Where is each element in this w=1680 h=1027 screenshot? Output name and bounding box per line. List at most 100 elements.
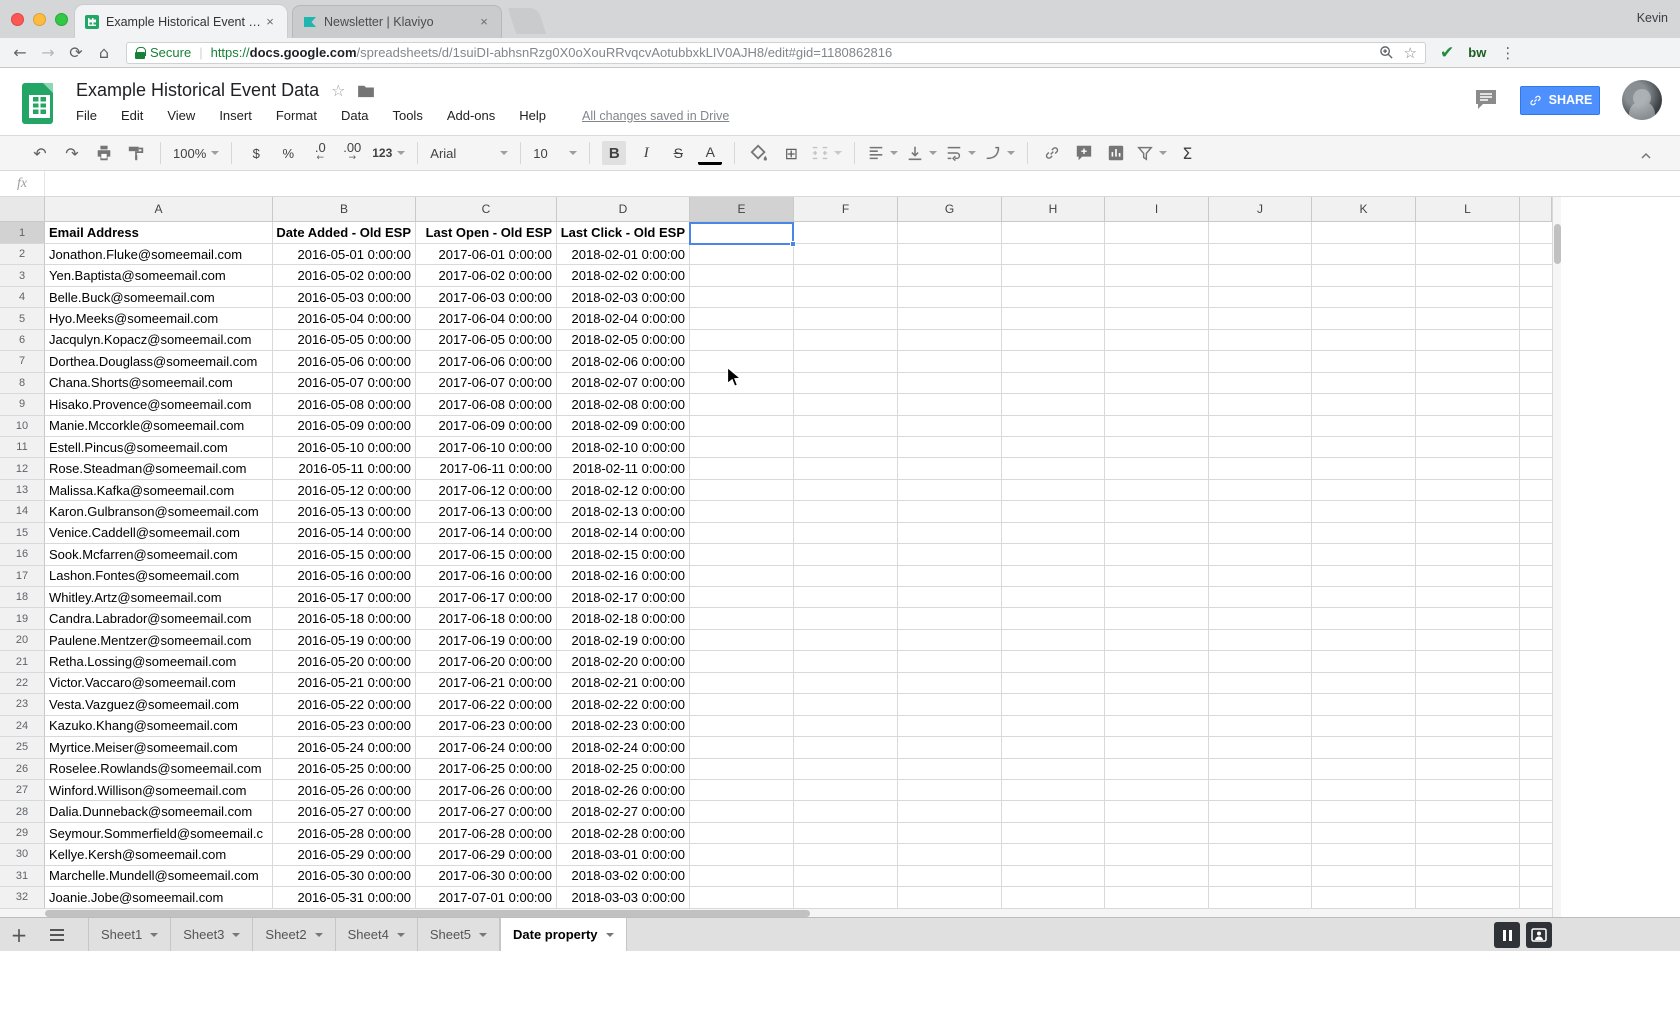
cell-E18[interactable]: [690, 587, 794, 608]
cell-B13[interactable]: 2016-05-12 0:00:00: [273, 480, 416, 501]
cell-C28[interactable]: 2017-06-27 0:00:00: [416, 801, 557, 822]
cell-D8[interactable]: 2018-02-07 0:00:00: [557, 373, 690, 394]
cell-J19[interactable]: [1209, 608, 1312, 629]
cell-B18[interactable]: 2016-05-17 0:00:00: [273, 587, 416, 608]
cell-A17[interactable]: Lashon.Fontes@someemail.com: [45, 566, 273, 587]
cell-J26[interactable]: [1209, 759, 1312, 780]
cell-K19[interactable]: [1312, 608, 1416, 629]
column-header-D[interactable]: D: [557, 197, 690, 222]
cell-H17[interactable]: [1002, 566, 1105, 587]
vertical-scrollbar[interactable]: [1552, 197, 1561, 917]
cell-H21[interactable]: [1002, 651, 1105, 672]
cell-C26[interactable]: 2017-06-25 0:00:00: [416, 759, 557, 780]
new-tab-button[interactable]: [508, 8, 546, 34]
cell-J3[interactable]: [1209, 265, 1312, 286]
cell-C27[interactable]: 2017-06-26 0:00:00: [416, 780, 557, 801]
cell-L28[interactable]: [1416, 801, 1520, 822]
cell-D14[interactable]: 2018-02-13 0:00:00: [557, 501, 690, 522]
cell-A12[interactable]: Rose.Steadman@someemail.com: [45, 458, 273, 479]
cell-A5[interactable]: Hyo.Meeks@someemail.com: [45, 308, 273, 329]
horizontal-scrollbar[interactable]: [0, 908, 1552, 917]
cell-D2[interactable]: 2018-02-01 0:00:00: [557, 244, 690, 265]
sheets-logo-icon[interactable]: [22, 83, 53, 124]
browser-tab-sheets[interactable]: Example Historical Event Data ×: [75, 5, 287, 38]
cell-J5[interactable]: [1209, 308, 1312, 329]
cell-L31[interactable]: [1416, 866, 1520, 887]
row-header-26[interactable]: 26: [0, 759, 45, 780]
document-title[interactable]: Example Historical Event Data: [76, 80, 319, 101]
cell-D26[interactable]: 2018-02-25 0:00:00: [557, 759, 690, 780]
cell-J6[interactable]: [1209, 330, 1312, 351]
cell-F26[interactable]: [794, 759, 898, 780]
cell-A27[interactable]: Winford.Willison@someemail.com: [45, 780, 273, 801]
browser-profile-name[interactable]: Kevin: [1637, 11, 1668, 25]
cell-G2[interactable]: [898, 244, 1002, 265]
cell-I5[interactable]: [1105, 308, 1209, 329]
cell-G28[interactable]: [898, 801, 1002, 822]
cell-I16[interactable]: [1105, 544, 1209, 565]
cell-H12[interactable]: [1002, 458, 1105, 479]
cell-J10[interactable]: [1209, 416, 1312, 437]
decrease-decimal-button[interactable]: .0←: [308, 141, 332, 165]
vertical-align-button[interactable]: [906, 141, 937, 165]
cell-K30[interactable]: [1312, 844, 1416, 865]
cell-H14[interactable]: [1002, 501, 1105, 522]
cell-J32[interactable]: [1209, 887, 1312, 908]
cell-D30[interactable]: 2018-03-01 0:00:00: [557, 844, 690, 865]
extension-check-icon[interactable]: ✔: [1440, 43, 1454, 63]
cell-F3[interactable]: [794, 265, 898, 286]
cell-F4[interactable]: [794, 287, 898, 308]
row-header-17[interactable]: 17: [0, 566, 45, 587]
cell-I1[interactable]: [1105, 222, 1209, 244]
cell-L30[interactable]: [1416, 844, 1520, 865]
cell-G22[interactable]: [898, 673, 1002, 694]
cell-C15[interactable]: 2017-06-14 0:00:00: [416, 523, 557, 544]
cell-F11[interactable]: [794, 437, 898, 458]
cell-C29[interactable]: 2017-06-28 0:00:00: [416, 823, 557, 844]
cell-A23[interactable]: Vesta.Vazguez@someemail.com: [45, 694, 273, 715]
cell-L20[interactable]: [1416, 630, 1520, 651]
cell-L29[interactable]: [1416, 823, 1520, 844]
cell-A3[interactable]: Yen.Baptista@someemail.com: [45, 265, 273, 286]
cell-G31[interactable]: [898, 866, 1002, 887]
cell-G25[interactable]: [898, 737, 1002, 758]
cell-L2[interactable]: [1416, 244, 1520, 265]
cell-A26[interactable]: Roselee.Rowlands@someemail.com: [45, 759, 273, 780]
cell-B9[interactable]: 2016-05-08 0:00:00: [273, 394, 416, 415]
sheet-tab-sheet4[interactable]: Sheet4: [336, 918, 418, 951]
cell-H23[interactable]: [1002, 694, 1105, 715]
zoom-page-icon[interactable]: [1379, 45, 1394, 60]
cell-G10[interactable]: [898, 416, 1002, 437]
cell-L12[interactable]: [1416, 458, 1520, 479]
cell-C11[interactable]: 2017-06-10 0:00:00: [416, 437, 557, 458]
sheet-tab-sheet2[interactable]: Sheet2: [253, 918, 335, 951]
chevron-down-icon[interactable]: [315, 933, 323, 937]
back-button[interactable]: ←: [6, 43, 34, 62]
cell-A1[interactable]: Email Address: [45, 222, 273, 244]
cell-H25[interactable]: [1002, 737, 1105, 758]
cell-I27[interactable]: [1105, 780, 1209, 801]
cell-I23[interactable]: [1105, 694, 1209, 715]
cell-I6[interactable]: [1105, 330, 1209, 351]
cell-K13[interactable]: [1312, 480, 1416, 501]
sheet-tab-date-property[interactable]: Date property: [500, 918, 627, 951]
cell-H27[interactable]: [1002, 780, 1105, 801]
cell-B16[interactable]: 2016-05-15 0:00:00: [273, 544, 416, 565]
column-header-H[interactable]: H: [1002, 197, 1105, 222]
cell-J31[interactable]: [1209, 866, 1312, 887]
cell-I8[interactable]: [1105, 373, 1209, 394]
bold-button[interactable]: B: [602, 141, 626, 165]
cell-H18[interactable]: [1002, 587, 1105, 608]
cell-G32[interactable]: [898, 887, 1002, 908]
cell-K25[interactable]: [1312, 737, 1416, 758]
cell-I20[interactable]: [1105, 630, 1209, 651]
cell-E25[interactable]: [690, 737, 794, 758]
cell-B28[interactable]: 2016-05-27 0:00:00: [273, 801, 416, 822]
cell-K5[interactable]: [1312, 308, 1416, 329]
cell-E15[interactable]: [690, 523, 794, 544]
cell-H13[interactable]: [1002, 480, 1105, 501]
cell-C20[interactable]: 2017-06-19 0:00:00: [416, 630, 557, 651]
row-header-7[interactable]: 7: [0, 351, 45, 372]
cell-J30[interactable]: [1209, 844, 1312, 865]
sheet-tab-sheet5[interactable]: Sheet5: [418, 918, 500, 951]
